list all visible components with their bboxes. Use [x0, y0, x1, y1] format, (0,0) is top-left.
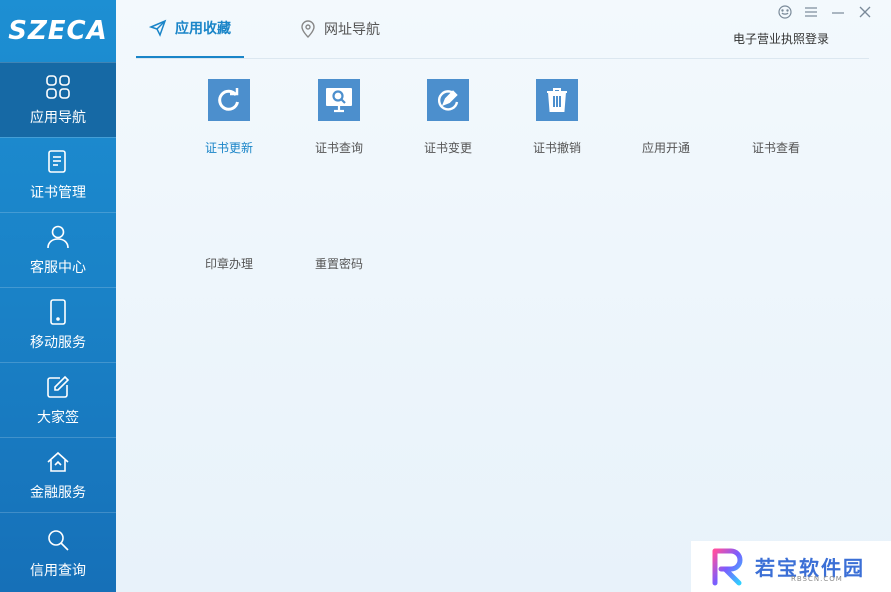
watermark-logo-icon [712, 548, 743, 585]
app-label: 证书变更 [423, 141, 472, 155]
sidebar-item-label: 客服中心 [30, 260, 86, 276]
app-label: 印章办理 [204, 257, 253, 271]
location-icon [301, 20, 315, 38]
app-label: 证书更新 [204, 141, 253, 155]
document-icon [44, 148, 72, 176]
sidebar-item-label: 应用导航 [30, 110, 86, 126]
app-cert-revoke[interactable]: 证书撤销 [502, 79, 612, 159]
app-label: 证书查询 [314, 141, 363, 155]
main-area: 应用收藏 网址导航 电子营业执照登录 证书更新 证书查询 证书变更 证书撤销 应… [116, 0, 891, 592]
user-icon [44, 223, 72, 251]
app-service-open[interactable]: 应用开通 [611, 139, 721, 159]
sidebar-item-sign[interactable]: 大家签 [0, 362, 116, 437]
app-cert-view[interactable]: 证书查看 [721, 139, 831, 159]
app-reset-password[interactable]: 重置密码 [284, 255, 394, 275]
refresh-icon [208, 79, 250, 121]
sidebar-item-credit[interactable]: 信用查询 [0, 512, 116, 592]
sidebar-item-cert-mgmt[interactable]: 证书管理 [0, 137, 116, 212]
app-label: 应用开通 [641, 141, 690, 155]
logo-text: SZECA [8, 16, 108, 46]
sidebar-item-app-nav[interactable]: 应用导航 [0, 62, 116, 137]
app-cert-query[interactable]: 证书查询 [284, 79, 394, 159]
phone-icon [44, 298, 72, 326]
tab-favorites[interactable]: 应用收藏 [136, 0, 244, 58]
watermark: 若宝软件园 RBSCN.COM [691, 541, 891, 592]
sidebar-item-mobile[interactable]: 移动服务 [0, 287, 116, 362]
app-cert-change[interactable]: 证书变更 [393, 79, 503, 159]
home-icon [44, 448, 72, 476]
sidebar-item-label: 信用查询 [30, 562, 86, 579]
sidebar-item-label: 证书管理 [30, 185, 86, 201]
app-label: 重置密码 [314, 257, 363, 271]
sidebar: SZECA 应用导航 证书管理 客服中心 移动服务 大家签 金融服务 信用查询 [0, 0, 116, 592]
app-seal[interactable]: 印章办理 [174, 255, 284, 275]
logo: SZECA [0, 0, 116, 62]
send-icon [149, 19, 167, 37]
monitor-search-icon [318, 79, 360, 121]
sidebar-item-label: 大家签 [37, 410, 79, 426]
license-login-link[interactable]: 电子营业执照登录 [733, 30, 829, 47]
sidebar-item-label: 金融服务 [30, 485, 86, 501]
search-icon [44, 526, 72, 554]
app-cert-renew[interactable]: 证书更新 [174, 79, 284, 159]
app-label: 证书撤销 [532, 141, 581, 155]
watermark-subtitle: RBSCN.COM [791, 575, 843, 583]
tab-label: 网址导航 [324, 22, 380, 38]
trash-icon [536, 79, 578, 121]
grid-icon [44, 73, 72, 101]
sidebar-item-label: 移动服务 [30, 335, 86, 351]
tab-url-nav[interactable]: 网址导航 [300, 0, 380, 58]
tab-label: 应用收藏 [175, 21, 231, 37]
sidebar-item-finance[interactable]: 金融服务 [0, 437, 116, 512]
app-label: 证书查看 [751, 141, 800, 155]
edit-icon [44, 373, 72, 401]
sidebar-item-service[interactable]: 客服中心 [0, 212, 116, 287]
change-icon [427, 79, 469, 121]
